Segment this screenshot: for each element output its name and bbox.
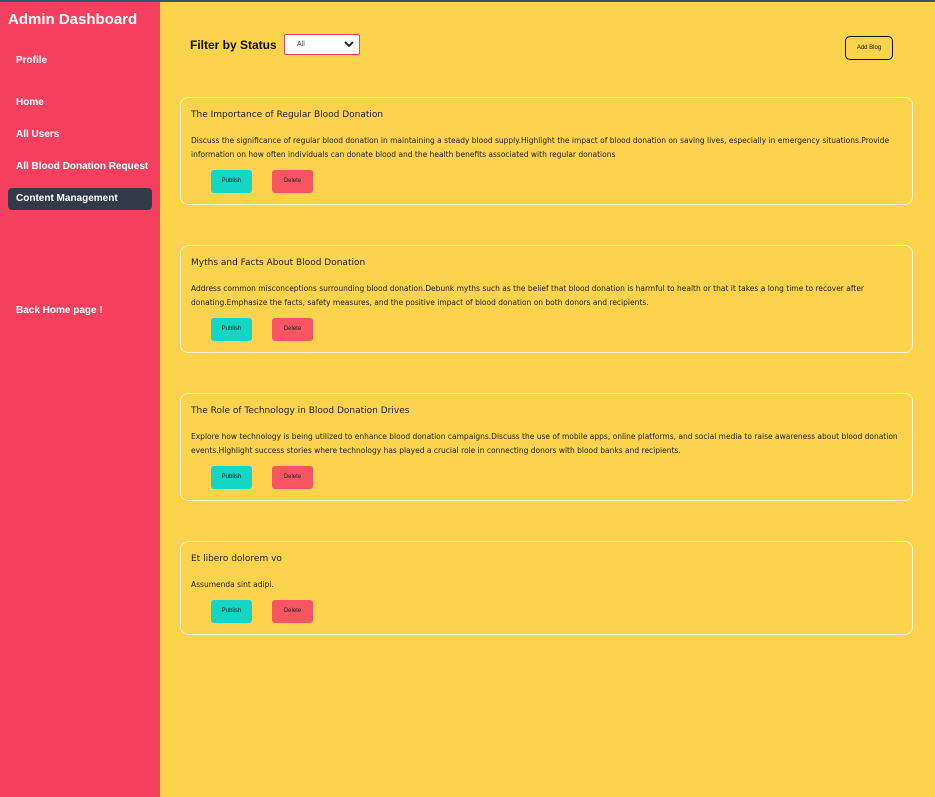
status-filter-value: All <box>297 41 305 48</box>
blog-title: The Role of Technology in Blood Donation… <box>191 406 410 416</box>
blog-card: The Role of Technology in Blood Donation… <box>180 393 913 501</box>
dashboard-page: Admin Dashboard Profile Home All Users A… <box>0 0 935 797</box>
main-content: Filter by Status All Add Blog The Import… <box>160 2 935 797</box>
publish-button[interactable]: Publish <box>211 466 252 489</box>
blog-body: Discuss the significance of regular bloo… <box>191 136 890 159</box>
delete-button[interactable]: Delete <box>272 170 313 193</box>
add-blog-button[interactable]: Add Blog <box>845 36 893 60</box>
sidebar-item-content-management[interactable]: Content Management <box>8 188 152 210</box>
sidebar-item-blood-donation-requests[interactable]: All Blood Donation Request <box>8 156 152 178</box>
blog-body: Explore how technology is being utilized… <box>191 432 898 455</box>
publish-button[interactable]: Publish <box>211 318 252 341</box>
blog-card: The Importance of Regular Blood Donation… <box>180 97 913 205</box>
sidebar: Admin Dashboard Profile Home All Users A… <box>0 2 160 797</box>
publish-button[interactable]: Publish <box>211 170 252 193</box>
blog-title: Et libero dolorem vo <box>191 554 282 564</box>
blog-body: Assumenda sint adipi. <box>191 580 274 589</box>
sidebar-item-home[interactable]: Home <box>8 92 152 114</box>
sidebar-item-all-users[interactable]: All Users <box>8 124 152 146</box>
publish-button[interactable]: Publish <box>211 600 252 623</box>
blog-card: Et libero dolorem vo Assumenda sint adip… <box>180 541 913 635</box>
chevron-down-icon <box>344 41 354 48</box>
blog-title: Myths and Facts About Blood Donation <box>191 258 366 268</box>
blog-title: The Importance of Regular Blood Donation <box>191 110 384 120</box>
delete-button[interactable]: Delete <box>272 466 313 489</box>
blog-card: Myths and Facts About Blood Donation Add… <box>180 245 913 353</box>
blog-body: Address common misconceptions surroundin… <box>191 284 865 307</box>
delete-button[interactable]: Delete <box>272 600 313 623</box>
sidebar-title: Admin Dashboard <box>8 11 138 28</box>
sidebar-item-profile[interactable]: Profile <box>8 50 152 72</box>
delete-button[interactable]: Delete <box>272 318 313 341</box>
filter-label: Filter by Status <box>190 38 277 52</box>
status-filter-select[interactable]: All <box>284 34 360 55</box>
sidebar-item-back-home[interactable]: Back Home page ! <box>8 300 152 322</box>
